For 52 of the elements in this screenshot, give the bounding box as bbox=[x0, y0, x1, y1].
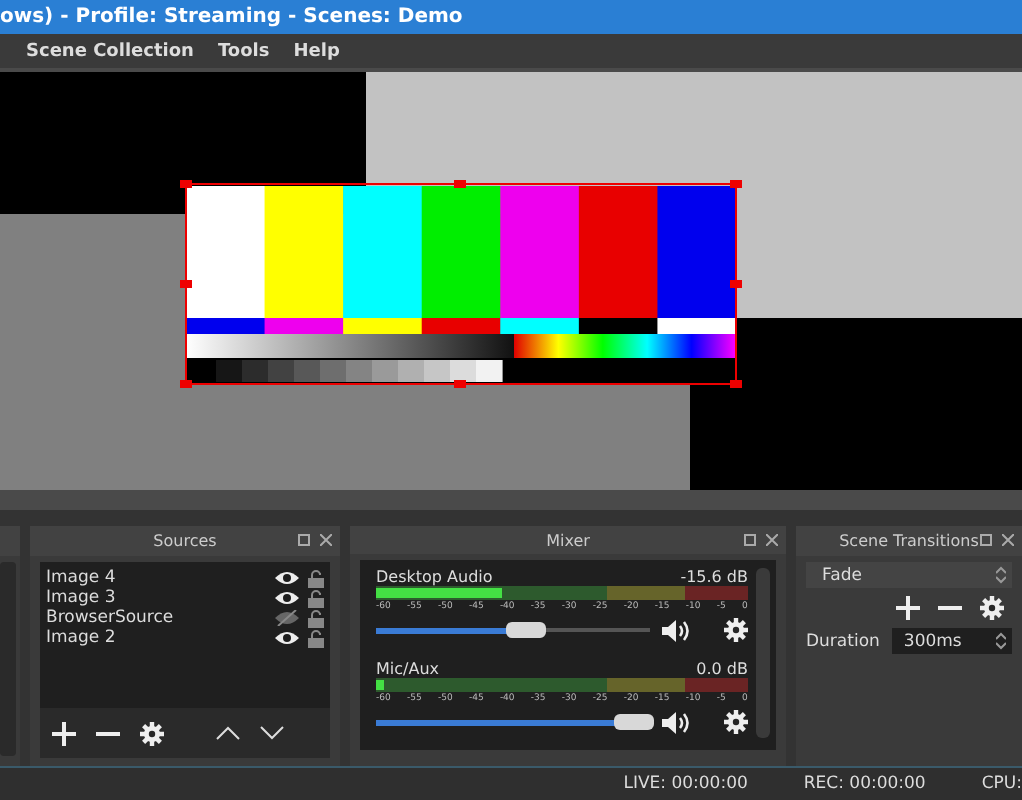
float-icon[interactable] bbox=[744, 534, 756, 546]
up-icon[interactable] bbox=[216, 726, 240, 740]
settings-icon[interactable] bbox=[140, 721, 164, 745]
source-item[interactable]: BrowserSource bbox=[46, 608, 266, 628]
window-title: ows) - Profile: Streaming - Scenes: Demo bbox=[0, 6, 463, 28]
volume-reading: 0.0 dB bbox=[696, 660, 748, 678]
spinner-icon bbox=[996, 632, 1006, 650]
close-icon[interactable] bbox=[320, 534, 332, 546]
duration-label: Duration bbox=[806, 631, 880, 651]
close-icon[interactable] bbox=[1002, 534, 1014, 546]
add-icon[interactable] bbox=[896, 596, 920, 620]
volume-reading: -15.6 dB bbox=[680, 568, 748, 586]
unlocked-icon[interactable] bbox=[308, 589, 324, 607]
settings-icon[interactable] bbox=[724, 618, 748, 642]
speaker-icon[interactable] bbox=[662, 619, 694, 641]
settings-icon[interactable] bbox=[724, 710, 748, 734]
unlocked-icon[interactable] bbox=[308, 629, 324, 647]
volume-slider[interactable] bbox=[376, 714, 650, 730]
slider-thumb[interactable] bbox=[613, 714, 654, 730]
eye-off-icon[interactable] bbox=[274, 610, 300, 626]
transition-select[interactable]: Fade bbox=[806, 562, 1012, 588]
add-icon[interactable] bbox=[52, 721, 76, 745]
eye-icon[interactable] bbox=[274, 590, 300, 606]
spinner-icon bbox=[996, 566, 1006, 584]
settings-icon[interactable] bbox=[980, 596, 1004, 620]
source-item[interactable]: Image 3 bbox=[46, 588, 266, 608]
float-icon[interactable] bbox=[298, 534, 310, 546]
unlocked-icon[interactable] bbox=[308, 609, 324, 627]
panel-title: Scene Transitions bbox=[839, 532, 979, 550]
eye-icon[interactable] bbox=[274, 570, 300, 586]
channel-name: Mic/Aux bbox=[376, 660, 439, 678]
scrollbar[interactable] bbox=[756, 568, 770, 738]
duration-field[interactable]: 300ms bbox=[891, 628, 1012, 654]
down-icon[interactable] bbox=[260, 726, 284, 740]
close-icon[interactable] bbox=[766, 534, 778, 546]
channel-name: Desktop Audio bbox=[376, 568, 493, 586]
unlocked-icon[interactable] bbox=[308, 569, 324, 587]
float-icon[interactable] bbox=[980, 534, 992, 546]
panel-title: Sources bbox=[153, 532, 217, 550]
source-item[interactable]: Image 2 bbox=[46, 628, 266, 648]
source-item[interactable]: Image 4 bbox=[46, 568, 266, 588]
rec-time: REC: 00:00:00 bbox=[803, 774, 926, 794]
eye-icon[interactable] bbox=[274, 630, 300, 646]
live-time: LIVE: 00:00:00 bbox=[623, 774, 748, 794]
menu-item[interactable]: Help bbox=[293, 41, 340, 61]
menu-item[interactable]: Tools bbox=[217, 41, 270, 61]
slider-thumb[interactable] bbox=[506, 622, 547, 638]
volume-slider[interactable] bbox=[376, 622, 650, 638]
speaker-icon[interactable] bbox=[662, 711, 694, 733]
panel-title: Mixer bbox=[546, 531, 590, 549]
menu-item[interactable]: Scene Collection bbox=[26, 41, 194, 61]
cpu-label: CPU: bbox=[981, 774, 1022, 794]
